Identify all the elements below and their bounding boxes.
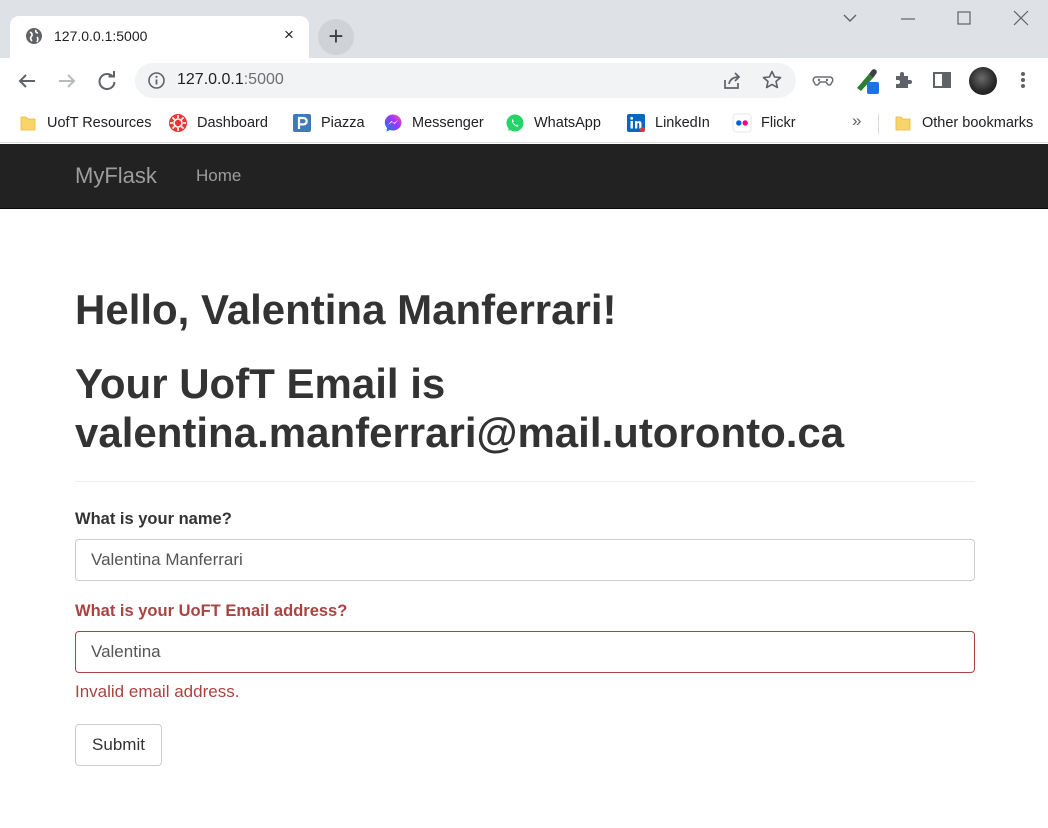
browser-toolbar: 127.0.0.1:5000 — [0, 58, 1048, 102]
extensions-puzzle-icon[interactable] — [891, 68, 915, 92]
bookmark-label: Other bookmarks — [922, 115, 1034, 131]
folder-icon — [895, 116, 911, 131]
address-port: :5000 — [243, 71, 284, 88]
bookmark-label: Piazza — [321, 115, 365, 131]
forward-arrow-icon[interactable] — [53, 67, 81, 95]
back-arrow-icon[interactable] — [13, 67, 41, 95]
bookmark-linkedin[interactable]: LinkedIn — [626, 111, 710, 135]
name-input[interactable] — [75, 539, 975, 581]
bookmark-dashboard[interactable]: Dashboard — [168, 111, 268, 135]
folder-icon — [20, 116, 36, 131]
messenger-icon — [384, 114, 402, 132]
bookmark-label: UofT Resources — [47, 115, 152, 131]
bookmarks-bar: UofT Resources Dashboard Piazza Messenge… — [0, 102, 1048, 143]
bookmark-piazza[interactable]: Piazza — [292, 111, 365, 135]
piazza-icon — [293, 114, 311, 132]
bookmarks-overflow-button[interactable]: » — [852, 111, 861, 131]
minimize-icon[interactable] — [893, 6, 923, 32]
dashboard-icon — [169, 114, 187, 132]
close-window-icon[interactable] — [1006, 6, 1036, 32]
browser-tab[interactable]: 127.0.0.1:5000 × — [10, 16, 309, 58]
email-field-label: What is your UoFT Email address? — [75, 602, 348, 620]
greeting-heading: Hello, Valentina Manferrari! — [75, 286, 617, 333]
bookmark-messenger[interactable]: Messenger — [383, 111, 484, 135]
kebab-menu-icon[interactable] — [1013, 68, 1033, 92]
linkedin-icon — [627, 114, 645, 132]
email-input[interactable] — [75, 631, 975, 673]
gamepad-extension-icon[interactable] — [811, 68, 835, 92]
share-icon[interactable] — [721, 70, 743, 92]
whatsapp-icon — [506, 114, 524, 132]
bookmark-star-icon[interactable] — [761, 69, 783, 91]
email-error-message: Invalid email address. — [75, 682, 240, 701]
name-field-label: What is your name? — [75, 510, 232, 528]
tab-strip: 127.0.0.1:5000 × + — [0, 0, 1048, 58]
flickr-icon — [732, 113, 752, 133]
bookmark-flickr[interactable]: Flickr — [732, 111, 796, 135]
bookmark-label: WhatsApp — [534, 115, 601, 131]
bookmark-uoft-resources[interactable]: UofT Resources — [18, 111, 152, 135]
page-header-divider — [75, 481, 975, 482]
address-bar[interactable]: 127.0.0.1:5000 — [135, 63, 796, 98]
submit-button[interactable]: Submit — [75, 724, 162, 766]
eyedropper-extension-icon[interactable] — [854, 66, 882, 96]
site-navbar: MyFlask Home — [0, 144, 1048, 209]
reload-icon[interactable] — [93, 67, 121, 95]
bookmark-label: Dashboard — [197, 115, 268, 131]
navbar-brand[interactable]: MyFlask — [75, 163, 157, 189]
nav-link-home[interactable]: Home — [196, 166, 241, 186]
bookmarks-separator — [878, 114, 879, 134]
new-tab-button[interactable]: + — [318, 19, 354, 55]
email-heading: Your UofT Email is valentina.manferrari@… — [75, 360, 845, 456]
globe-icon — [26, 28, 42, 44]
bookmark-other-bookmarks[interactable]: Other bookmarks — [893, 111, 1033, 135]
tab-close-icon[interactable]: × — [279, 25, 299, 45]
address-host: 127.0.0.1 — [177, 71, 244, 88]
profile-avatar[interactable] — [969, 67, 997, 95]
side-panel-icon[interactable] — [930, 68, 954, 92]
bookmark-whatsapp[interactable]: WhatsApp — [505, 111, 601, 135]
tab-title: 127.0.0.1:5000 — [54, 28, 148, 44]
bookmark-label: Messenger — [412, 115, 484, 131]
tab-search-icon[interactable] — [835, 6, 865, 32]
bookmark-label: Flickr — [761, 115, 796, 131]
bookmark-label: LinkedIn — [655, 115, 710, 131]
address-text: 127.0.0.1:5000 — [177, 71, 284, 89]
maximize-icon[interactable] — [949, 6, 979, 32]
site-info-icon[interactable] — [147, 71, 166, 90]
